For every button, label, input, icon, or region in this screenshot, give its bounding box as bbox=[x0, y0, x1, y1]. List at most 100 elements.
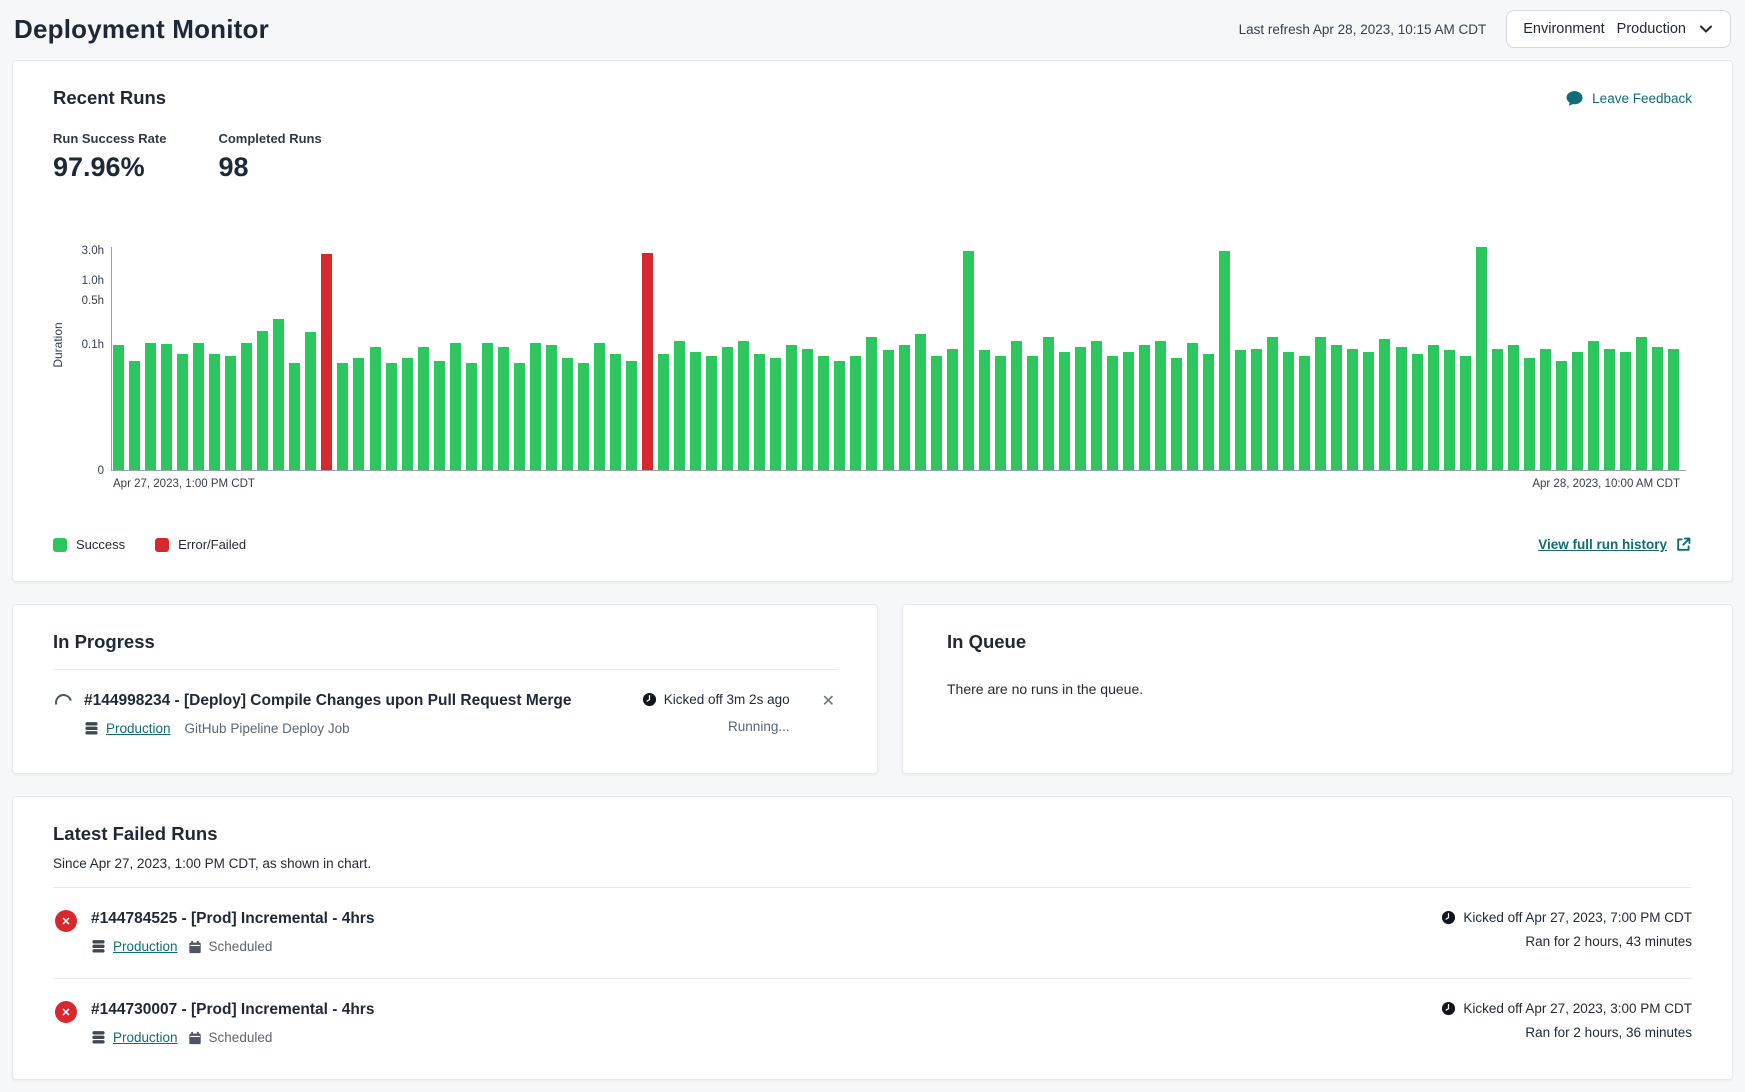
run-bar-success[interactable] bbox=[1315, 337, 1326, 470]
run-bar-success[interactable] bbox=[1379, 339, 1390, 470]
run-bar-success[interactable] bbox=[1027, 356, 1038, 470]
run-bar-success[interactable] bbox=[370, 347, 381, 470]
run-bar-success[interactable] bbox=[1107, 356, 1118, 470]
run-bar-success[interactable] bbox=[1604, 349, 1615, 470]
run-bar-success[interactable] bbox=[386, 363, 397, 470]
run-bar-success[interactable] bbox=[1476, 247, 1487, 470]
run-bar-success[interactable] bbox=[610, 354, 621, 470]
environment-link[interactable]: Production bbox=[113, 1030, 178, 1045]
run-bar-success[interactable] bbox=[1123, 352, 1134, 470]
run-bar-success[interactable] bbox=[1043, 337, 1054, 470]
view-full-run-history-link[interactable]: View full run history bbox=[1538, 536, 1692, 553]
run-bar-failed[interactable] bbox=[642, 253, 653, 470]
run-bar-success[interactable] bbox=[530, 343, 541, 470]
run-bar-success[interactable] bbox=[1219, 251, 1230, 470]
run-bar-success[interactable] bbox=[1251, 349, 1262, 470]
run-bar-success[interactable] bbox=[1668, 349, 1679, 470]
run-bar-success[interactable] bbox=[818, 356, 829, 470]
run-bar-success[interactable] bbox=[1011, 341, 1022, 470]
run-bar-success[interactable] bbox=[289, 363, 300, 470]
run-bar-success[interactable] bbox=[498, 347, 509, 470]
run-bar-success[interactable] bbox=[1187, 343, 1198, 470]
run-bar-success[interactable] bbox=[786, 345, 797, 470]
run-bar-success[interactable] bbox=[418, 347, 429, 470]
run-bar-success[interactable] bbox=[402, 358, 413, 470]
run-bar-success[interactable] bbox=[1460, 356, 1471, 470]
run-bar-success[interactable] bbox=[1267, 337, 1278, 470]
run-bar-success[interactable] bbox=[834, 361, 845, 470]
run-bar-success[interactable] bbox=[899, 345, 910, 470]
run-bar-success[interactable] bbox=[770, 358, 781, 470]
run-bar-success[interactable] bbox=[1652, 347, 1663, 470]
run-bar-success[interactable] bbox=[225, 356, 236, 470]
leave-feedback-link[interactable]: Leave Feedback bbox=[1565, 89, 1692, 108]
run-bar-success[interactable] bbox=[305, 332, 316, 470]
run-bar-success[interactable] bbox=[257, 331, 268, 470]
run-bar-success[interactable] bbox=[1171, 358, 1182, 470]
run-bar-success[interactable] bbox=[450, 343, 461, 470]
environment-link[interactable]: Production bbox=[106, 721, 171, 736]
run-bar-success[interactable] bbox=[1620, 352, 1631, 470]
run-bar-success[interactable] bbox=[866, 337, 877, 470]
run-bar-success[interactable] bbox=[1363, 352, 1374, 470]
run-bar-success[interactable] bbox=[1492, 349, 1503, 470]
run-bar-success[interactable] bbox=[514, 363, 525, 470]
run-bar-success[interactable] bbox=[1444, 350, 1455, 470]
run-bar-success[interactable] bbox=[931, 356, 942, 470]
run-bar-success[interactable] bbox=[1508, 345, 1519, 470]
run-bar-success[interactable] bbox=[594, 343, 605, 470]
run-bar-success[interactable] bbox=[802, 349, 813, 470]
run-bar-success[interactable] bbox=[754, 354, 765, 470]
run-bar-success[interactable] bbox=[1139, 345, 1150, 470]
run-bar-success[interactable] bbox=[193, 343, 204, 470]
run-bar-success[interactable] bbox=[1203, 354, 1214, 470]
run-bar-success[interactable] bbox=[1091, 341, 1102, 470]
run-bar-success[interactable] bbox=[1588, 341, 1599, 470]
run-bar-success[interactable] bbox=[626, 361, 637, 470]
run-bar-success[interactable] bbox=[145, 343, 156, 470]
run-bar-success[interactable] bbox=[113, 345, 124, 470]
run-bar-success[interactable] bbox=[129, 361, 140, 470]
run-bar-success[interactable] bbox=[1347, 349, 1358, 470]
run-bar-success[interactable] bbox=[273, 319, 284, 470]
run-bar-success[interactable] bbox=[979, 350, 990, 470]
run-bar-success[interactable] bbox=[353, 358, 364, 470]
run-bar-success[interactable] bbox=[578, 363, 589, 470]
run-bar-success[interactable] bbox=[546, 345, 557, 470]
run-bar-success[interactable] bbox=[674, 341, 685, 470]
run-bar-success[interactable] bbox=[722, 347, 733, 470]
run-bar-success[interactable] bbox=[466, 363, 477, 470]
run-bar-success[interactable] bbox=[337, 363, 348, 470]
run-bar-success[interactable] bbox=[1428, 345, 1439, 470]
run-bar-success[interactable] bbox=[963, 251, 974, 470]
run-bar-success[interactable] bbox=[658, 354, 669, 470]
run-bar-success[interactable] bbox=[1283, 352, 1294, 470]
environment-link[interactable]: Production bbox=[113, 939, 178, 954]
run-bar-success[interactable] bbox=[177, 354, 188, 470]
run-bar-success[interactable] bbox=[995, 356, 1006, 470]
run-bar-success[interactable] bbox=[915, 334, 926, 470]
run-bar-success[interactable] bbox=[1636, 337, 1647, 470]
close-icon[interactable]: ✕ bbox=[820, 692, 837, 712]
run-bar-success[interactable] bbox=[738, 341, 749, 470]
run-bar-success[interactable] bbox=[209, 354, 220, 470]
run-bar-success[interactable] bbox=[947, 349, 958, 470]
run-bar-success[interactable] bbox=[850, 356, 861, 470]
run-bar-failed[interactable] bbox=[321, 254, 332, 470]
run-bar-success[interactable] bbox=[1075, 347, 1086, 470]
run-bar-success[interactable] bbox=[1299, 356, 1310, 470]
run-bar-success[interactable] bbox=[562, 358, 573, 470]
run-bar-success[interactable] bbox=[161, 344, 172, 470]
run-bar-success[interactable] bbox=[1331, 345, 1342, 470]
run-bar-success[interactable] bbox=[883, 350, 894, 470]
run-bar-success[interactable] bbox=[1572, 352, 1583, 470]
environment-dropdown[interactable]: Environment Production bbox=[1506, 10, 1731, 48]
run-bar-success[interactable] bbox=[1059, 352, 1070, 470]
run-bar-success[interactable] bbox=[690, 352, 701, 470]
run-bar-success[interactable] bbox=[1556, 361, 1567, 470]
run-bar-success[interactable] bbox=[434, 361, 445, 470]
run-bar-success[interactable] bbox=[706, 356, 717, 470]
run-bar-success[interactable] bbox=[1396, 347, 1407, 470]
run-bar-success[interactable] bbox=[1235, 350, 1246, 470]
run-bar-success[interactable] bbox=[482, 343, 493, 470]
